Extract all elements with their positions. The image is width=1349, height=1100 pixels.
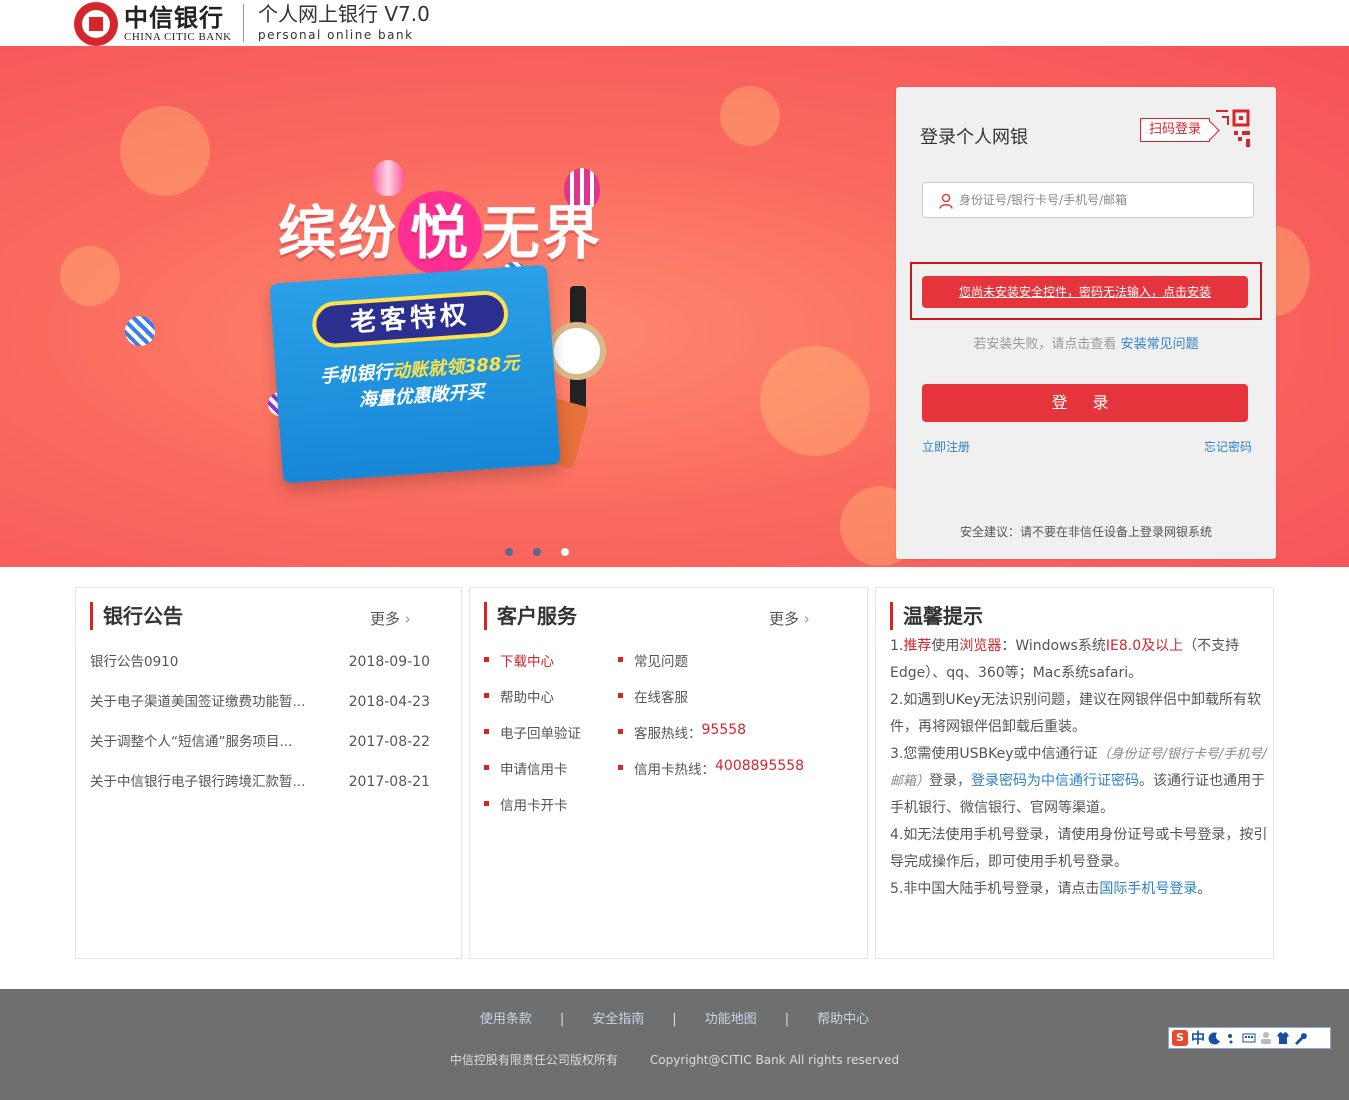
credit-card-hotline: 信用卡热线： 4008895558 [618,758,804,794]
download-center-link[interactable]: 下载中心 [484,650,581,686]
shirt-icon[interactable] [1276,1031,1290,1045]
forgot-password-link[interactable]: 忘记密码 [1204,438,1252,455]
chevron-right-icon: › [799,610,810,628]
citic-logo[interactable]: 中信银行 CHINA CITIC BANK [74,2,232,46]
apply-credit-card-link[interactable]: 申请信用卡 [484,758,581,794]
username-input[interactable] [959,183,1249,217]
install-highlight-box: 您尚未安装安全控件，密码无法输入，点击安装 [910,262,1262,320]
terms-link[interactable]: 使用条款 [480,1012,532,1027]
notice-title: 银行公告 [90,602,183,630]
service-hotline: 客服热线： 95558 [618,722,804,758]
activate-credit-card-link[interactable]: 信用卡开卡 [484,794,581,830]
register-link[interactable]: 立即注册 [922,438,970,455]
citic-logo-icon [74,2,118,46]
header: 中信银行 CHINA CITIC BANK 个人网上银行 V7.0 person… [0,0,1349,46]
ime-toolbar[interactable]: S 中 [1168,1027,1331,1049]
sogou-logo-icon[interactable]: S [1172,1030,1188,1046]
intl-phone-login-link[interactable]: 国际手机号登录 [1099,881,1197,897]
tip-5: 5.非中国大陆手机号登录，请点击国际手机号登录。 [890,881,1212,897]
watch-icon [548,322,606,380]
header-divider [243,4,244,42]
login-panel: 登录个人网银 扫码登录 您尚未安装安全控件，密码无法输入，点击安装 若安装失败，… [896,87,1276,559]
install-faq-link[interactable]: 安装常见问题 [1121,337,1199,352]
install-hint: 若安装失败，请点击查看 安装常见问题 [973,337,1199,352]
service-list-left: 下载中心 帮助中心 电子回单验证 申请信用卡 信用卡开卡 [484,650,581,830]
tip-4: 4.如无法使用手机号登录，请使用身份证号或卡号登录，按引导完成操作后，即可使用手… [890,827,1268,870]
product-subtitle: personal online bank [258,28,414,42]
banner-title: 缤纷悦无界 [278,186,602,275]
help-center-link[interactable]: 帮助中心 [484,686,581,722]
copyright: 中信控股有限责任公司版权所有 Copyright@CITIC Bank All r… [449,1053,900,1067]
striped-ball-icon [125,316,155,346]
promo-ribbon: 老客特权 手机银行动账就领388元 海量优惠敞开买 [269,264,561,484]
security-guide-link[interactable]: 安全指南 [592,1012,644,1027]
faq-link[interactable]: 常见问题 [618,650,804,686]
list-item[interactable]: 关于电子渠道美国签证缴费功能暂... 2018-04-23 [90,692,430,732]
carousel-dot-2[interactable] [533,548,541,556]
carousel-dot-3[interactable] [561,548,569,556]
user-icon [939,193,953,209]
moon-icon[interactable] [1208,1031,1222,1045]
tip-1: 1.推荐使用浏览器：Windows系统IE8.0及以上（不支持Edge）、qq、… [890,638,1240,681]
promo-pill: 老客特权 [310,289,510,349]
tip-2: 2.如遇到UKey无法识别问题，建议在网银伴侣中卸载所有软件，再将网银伴侣卸载后… [890,692,1261,735]
online-service-link[interactable]: 在线客服 [618,686,804,722]
carousel-dots [505,548,569,556]
security-tip: 安全建议：请不要在非信任设备上登录网银系统 [959,525,1212,539]
wrench-icon[interactable] [1293,1031,1307,1045]
login-title: 登录个人网银 [920,127,1028,148]
punctuation-icon[interactable] [1225,1031,1239,1045]
notice-list: 银行公告0910 2018-09-10 关于电子渠道美国签证缴费功能暂... 201… [90,652,430,812]
service-more-link[interactable]: 更多 › [769,608,810,629]
tip-3: 3.您需使用USBKey或中信通行证（身份证号/银行卡号/手机号/邮箱）登录，登… [890,746,1267,816]
e-receipt-verify-link[interactable]: 电子回单验证 [484,722,581,758]
footer-help-link[interactable]: 帮助中心 [817,1012,869,1027]
logo-en: CHINA CITIC BANK [124,31,232,43]
notice-more-link[interactable]: 更多 › [370,608,411,629]
qr-code-icon[interactable] [1212,107,1254,149]
tips-content: 1.推荐使用浏览器：Windows系统IE8.0及以上（不支持Edge）、qq、… [890,633,1272,903]
tips-title: 温馨提示 [890,602,983,630]
qr-login-tag[interactable]: 扫码登录 [1140,118,1210,142]
service-list-right: 常见问题 在线客服 客服热线： 95558 信用卡热线： 4008895558 [618,650,804,794]
username-field[interactable] [922,182,1254,218]
list-item[interactable]: 关于中信银行电子银行跨境汇款暂... 2017-08-21 [90,772,430,812]
customer-service-card: 客户服务 更多 › 下载中心 帮助中心 电子回单验证 申请信用卡 信用卡开卡 常… [469,587,868,959]
ime-mode-toggle[interactable]: 中 [1191,1028,1205,1048]
list-item[interactable]: 银行公告0910 2018-09-10 [90,652,430,692]
service-title: 客户服务 [484,602,577,630]
user-icon[interactable] [1259,1031,1273,1045]
tips-card: 温馨提示 1.推荐使用浏览器：Windows系统IE8.0及以上（不支持Edge… [875,587,1274,959]
login-button[interactable]: 登 录 [922,384,1248,422]
keyboard-icon[interactable] [1242,1031,1256,1045]
list-item[interactable]: 关于调整个人“短信通”服务项目... 2017-08-22 [90,732,430,772]
footer: 使用条款 | 安全指南 | 功能地图 | 帮助中心 中信控股有限责任公司版权所有 Copyri… [0,989,1349,1100]
product-title: 个人网上银行 V7.0 [258,2,430,26]
chevron-right-icon: › [400,610,411,628]
carousel-dot-1[interactable] [505,548,513,556]
footer-links: 使用条款 | 安全指南 | 功能地图 | 帮助中心 [479,1012,870,1027]
install-security-control-button[interactable]: 您尚未安装安全控件，密码无法输入，点击安装 [922,276,1248,308]
site-map-link[interactable]: 功能地图 [705,1012,757,1027]
logo-cn: 中信银行 [124,3,224,32]
bank-notice-card: 银行公告 更多 › 银行公告0910 2018-09-10 关于电子渠道美国签证缴… [75,587,462,959]
